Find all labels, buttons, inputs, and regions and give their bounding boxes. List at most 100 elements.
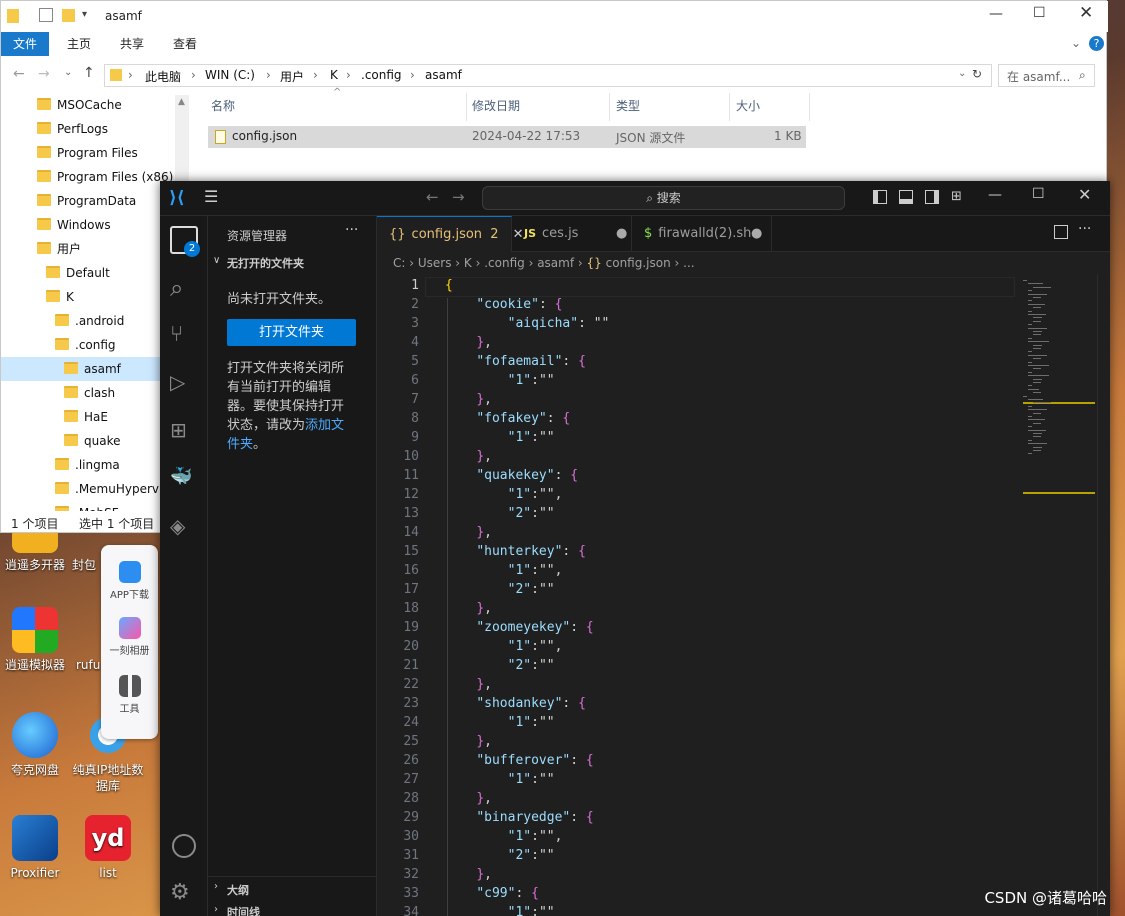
desktop-icon-quark[interactable]: 夸克网盘 (0, 712, 72, 778)
ribbon-expand-icon[interactable]: ⌄ (1071, 36, 1081, 50)
crumb-asamf[interactable]: asamf (425, 68, 462, 82)
remote-icon[interactable]: ◈ (170, 514, 198, 542)
crumb-config[interactable]: .config (361, 68, 402, 82)
crumb-config[interactable]: .config (484, 256, 525, 270)
nav-item[interactable]: .config (1, 333, 175, 357)
nav-item[interactable]: HaE (1, 405, 175, 429)
search-view-icon[interactable]: ⌕ (170, 274, 198, 302)
nav-forward-icon[interactable]: → (452, 188, 465, 206)
chevron-right-icon[interactable]: › (214, 881, 218, 892)
column-size[interactable]: 大小 (736, 97, 760, 114)
nav-item[interactable]: quake (1, 429, 175, 453)
nav-item[interactable]: Windows (1, 213, 175, 237)
album-button[interactable]: 一刻相册 (101, 617, 158, 657)
more-actions-icon[interactable]: ··· (1078, 221, 1091, 237)
tab-ces-js[interactable]: JS ces.js ● (512, 216, 632, 252)
properties-icon[interactable] (39, 8, 53, 22)
settings-gear-icon[interactable]: ⚙ (170, 880, 198, 908)
close-icon[interactable]: ✕ (1078, 185, 1091, 204)
chevron-down-icon[interactable]: ∨ (213, 255, 220, 266)
chevron-right-icon[interactable]: › (214, 904, 218, 915)
tab-home[interactable]: 主页 (56, 32, 102, 56)
minimize-icon[interactable]: — (988, 187, 1002, 203)
nav-item[interactable]: Program Files (x86) (1, 165, 175, 189)
tab-file[interactable]: 文件 (1, 32, 49, 56)
toggle-secondary-sidebar-icon[interactable] (925, 190, 939, 204)
desktop-icon-proxifier[interactable]: Proxifier (0, 815, 72, 881)
source-control-icon[interactable]: ⑂ (170, 322, 198, 350)
column-date[interactable]: 修改日期 (472, 97, 520, 114)
nav-item[interactable]: .MobSF (1, 501, 175, 511)
help-icon[interactable]: ? (1089, 36, 1104, 51)
crumb-this-pc[interactable]: 此电脑 (145, 68, 181, 85)
nav-back-icon[interactable]: ← (426, 188, 439, 206)
tab-view[interactable]: 查看 (162, 32, 208, 56)
crumb-file[interactable]: config.json (606, 256, 671, 270)
file-row[interactable]: config.json 2024-04-22 17:53 JSON 源文件 1 … (208, 126, 806, 148)
crumb-k[interactable]: K (330, 68, 338, 82)
nav-item[interactable]: ProgramData (1, 189, 175, 213)
nav-item[interactable]: Default (1, 261, 175, 285)
nav-item[interactable]: .lingma (1, 453, 175, 477)
nav-item[interactable]: MSOCache (1, 93, 175, 117)
new-folder-icon[interactable] (62, 9, 75, 22)
extensions-icon[interactable]: ⊞ (170, 418, 198, 446)
tools-button[interactable]: 工具 (101, 675, 158, 715)
scroll-up-icon[interactable]: ▲ (178, 97, 185, 107)
up-icon[interactable]: ↑ (83, 65, 95, 81)
address-bar[interactable]: › 此电脑 › WIN (C:) › 用户 › K › .config › as… (104, 64, 992, 87)
column-type[interactable]: 类型 (616, 97, 640, 114)
minimap[interactable] (1017, 274, 1097, 916)
nav-item[interactable]: .android (1, 309, 175, 333)
more-actions-icon[interactable]: ··· (345, 222, 358, 238)
run-debug-icon[interactable]: ▷ (170, 370, 198, 398)
desktop-icon-xiaoyao-emulator[interactable]: 逍遥模拟器 (0, 607, 72, 673)
toggle-panel-icon[interactable] (899, 190, 913, 204)
nav-item[interactable]: PerfLogs (1, 117, 175, 141)
docker-icon[interactable]: 🐳 (170, 466, 198, 494)
crumb-symbol[interactable]: ... (683, 256, 694, 270)
refresh-icon[interactable]: ↻ (972, 67, 982, 81)
menu-icon[interactable]: ☰ (204, 187, 218, 206)
nav-item[interactable]: K (1, 285, 175, 309)
toggle-sidebar-icon[interactable] (873, 190, 887, 204)
nav-item[interactable]: .MemuHyperv (1, 477, 175, 501)
crumb-drive[interactable]: C: (393, 256, 405, 270)
nav-item[interactable]: 用户 (1, 237, 175, 261)
section-no-folder[interactable]: 无打开的文件夹 (227, 255, 304, 271)
maximize-icon[interactable]: ☐ (1033, 5, 1046, 21)
recent-dropdown-icon[interactable]: ⌄ (64, 67, 72, 78)
split-editor-icon[interactable] (1054, 225, 1068, 239)
desktop-icon-list[interactable]: yd list (71, 815, 145, 881)
quick-access-dropdown-icon[interactable]: ▾ (82, 9, 87, 20)
crumb-drive[interactable]: WIN (C:) (205, 68, 255, 82)
address-dropdown-icon[interactable]: ⌄ (958, 68, 966, 79)
account-icon[interactable] (172, 834, 196, 858)
forward-icon[interactable]: → (38, 66, 50, 82)
desktop-icon-rufus[interactable]: rufu (66, 607, 106, 673)
tab-share[interactable]: 共享 (109, 32, 155, 56)
explorer-icon[interactable]: 2 (170, 226, 200, 257)
back-icon[interactable]: ← (13, 66, 25, 82)
column-name[interactable]: 名称 (211, 97, 235, 114)
minimize-icon[interactable]: — (989, 6, 1003, 22)
crumb-asamf[interactable]: asamf (537, 256, 574, 270)
section-outline[interactable]: 大纲 (227, 882, 249, 898)
command-center-search[interactable]: ⌕ 搜索 (482, 186, 845, 210)
maximize-icon[interactable]: ☐ (1032, 186, 1045, 202)
tab-firewalld-sh[interactable]: $ firawalld(2).sh ● (632, 216, 772, 252)
code-editor[interactable]: 1{2 "cookie": {3 "aiqicha": "" 4 }, 5 "fof… (377, 274, 1017, 916)
close-icon[interactable]: ✕ (1079, 3, 1093, 23)
crumb-users[interactable]: Users (418, 256, 452, 270)
section-timeline[interactable]: 时间线 (227, 904, 260, 916)
open-folder-button[interactable]: 打开文件夹 (227, 319, 356, 346)
crumb-users[interactable]: 用户 (280, 68, 304, 85)
nav-item[interactable]: clash (1, 381, 175, 405)
app-download-button[interactable]: APP下载 (101, 561, 158, 601)
editor-scrollbar[interactable] (1097, 274, 1110, 916)
crumb-k[interactable]: K (464, 256, 472, 270)
nav-item[interactable]: Program Files (1, 141, 175, 165)
layout-icon[interactable]: ⊞ (951, 189, 962, 204)
tab-config-json[interactable]: {} config.json 2 ✕ (377, 216, 524, 252)
nav-item[interactable]: asamf (1, 357, 175, 381)
